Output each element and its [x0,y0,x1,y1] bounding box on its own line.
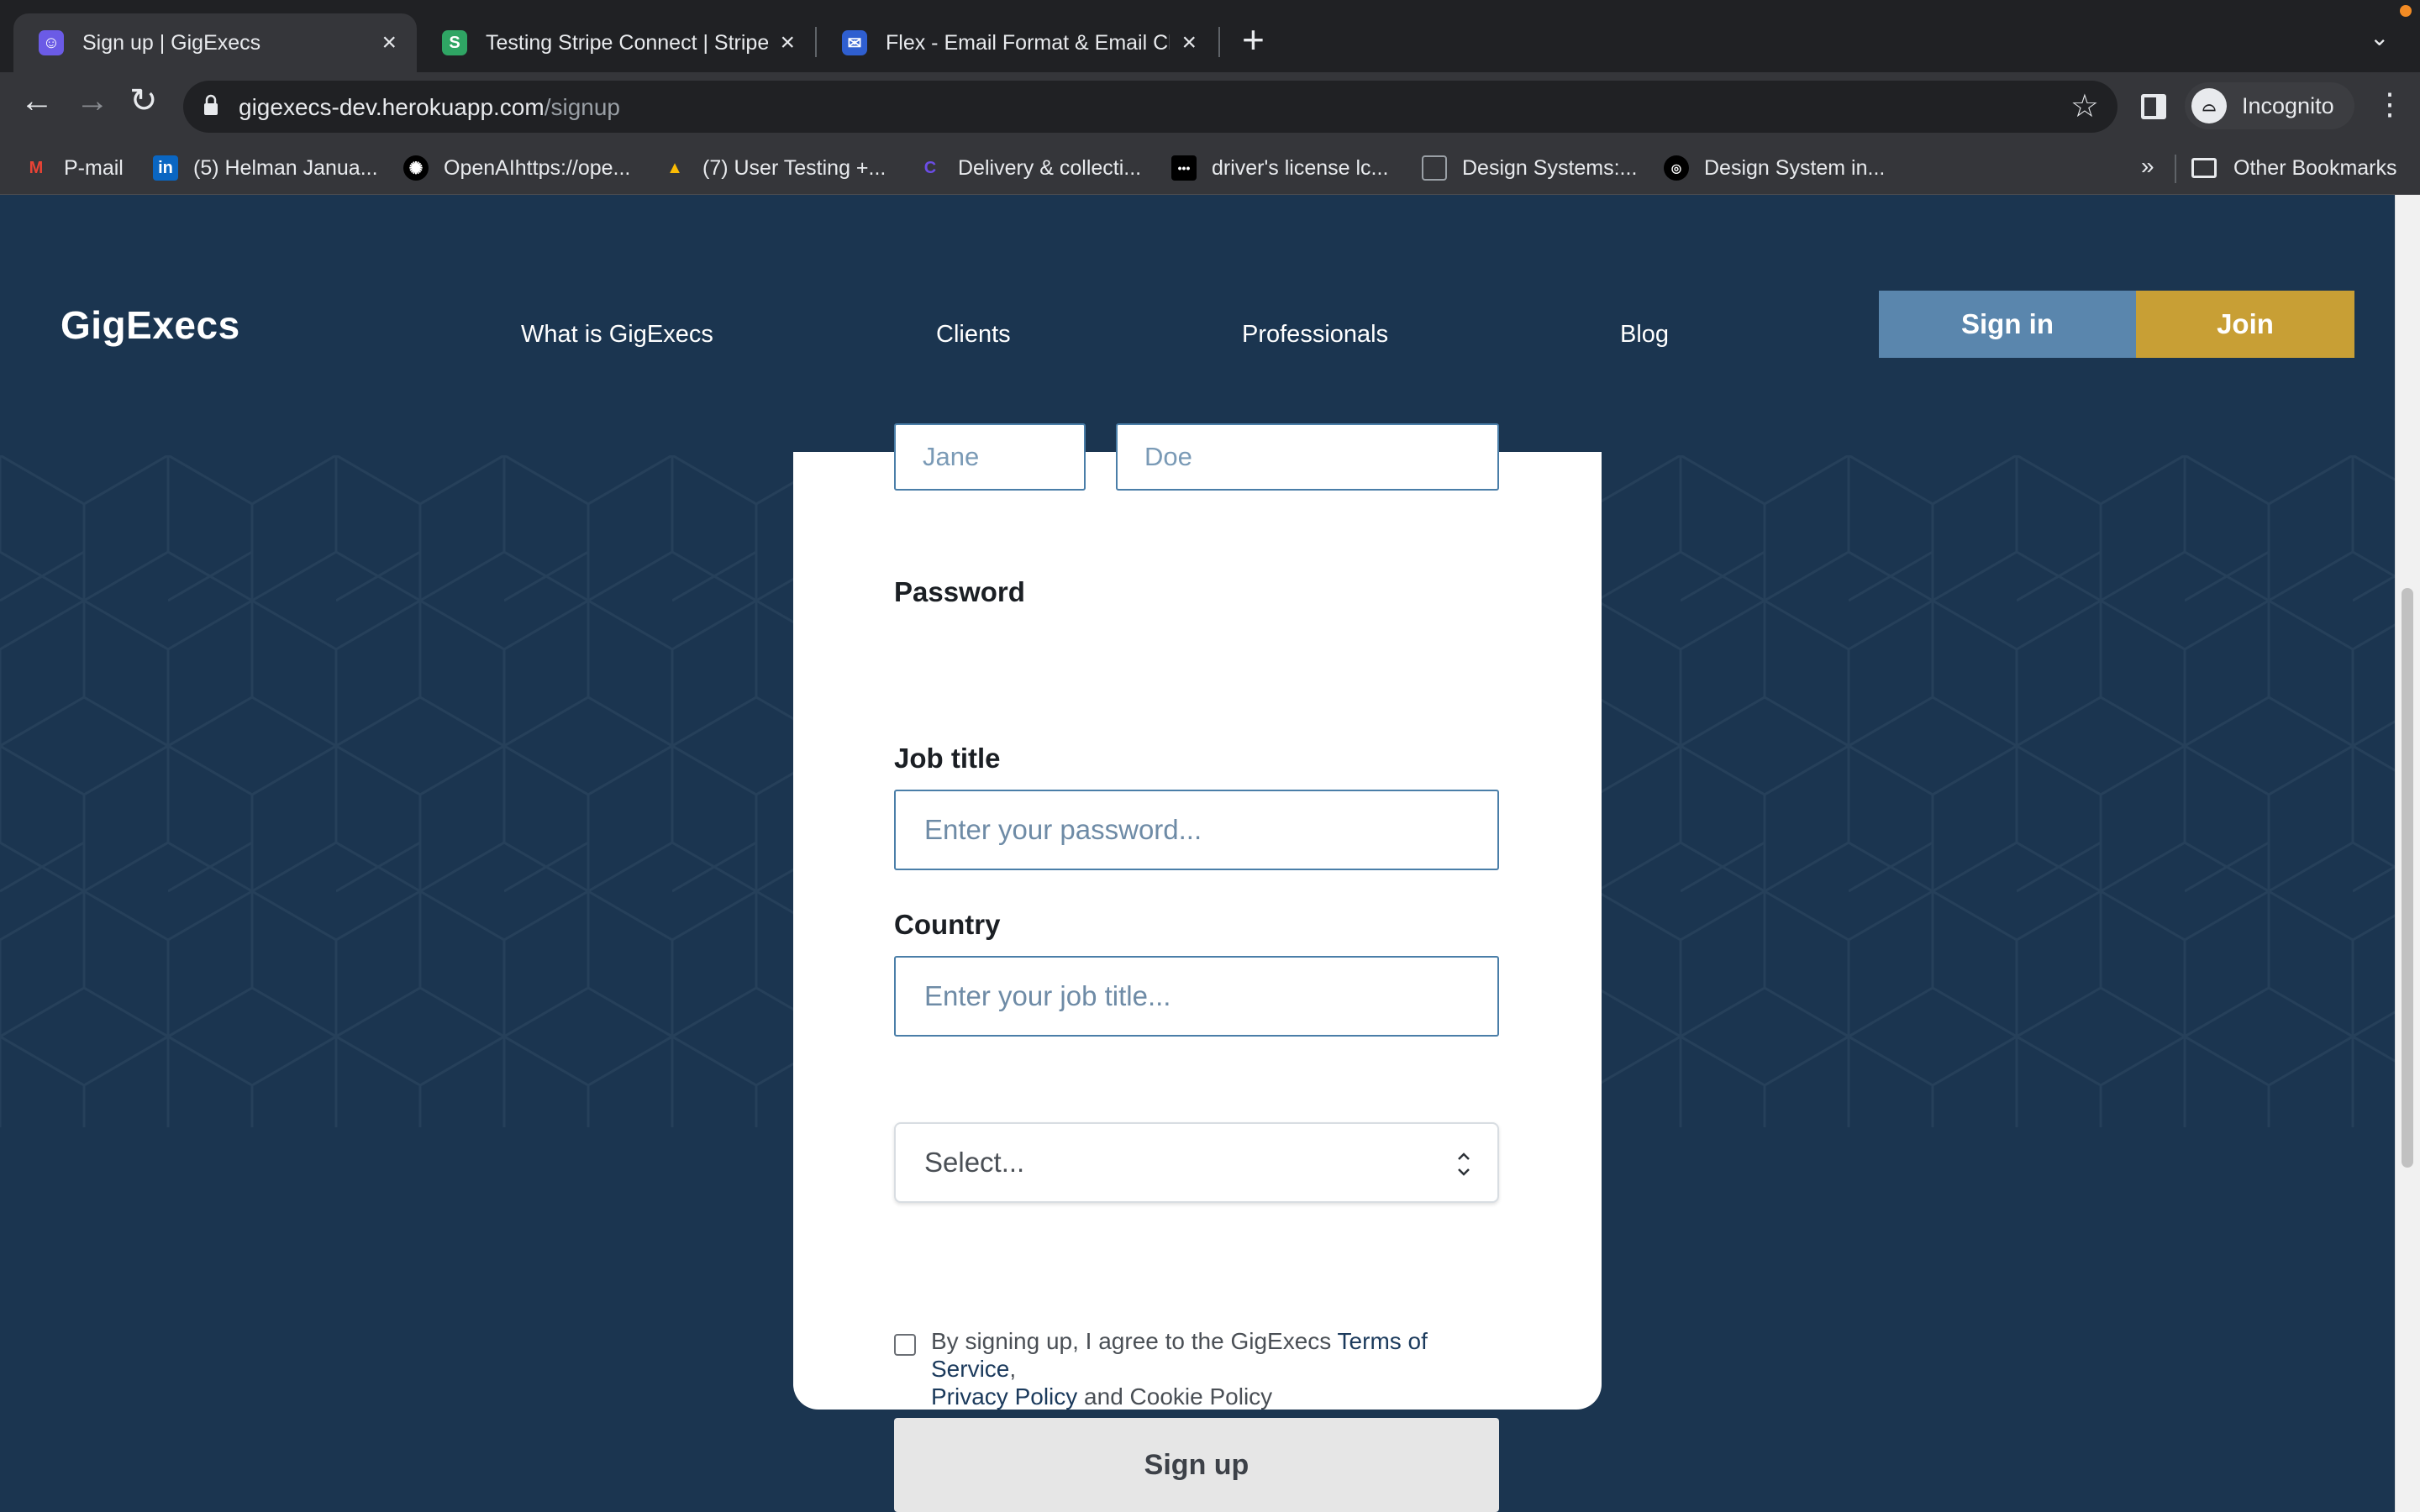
gigexecs-favicon-icon: ☺ [39,30,64,55]
side-panel-icon[interactable] [2141,94,2166,119]
notification-dot-icon [2400,5,2412,17]
sign-in-button[interactable]: Sign in [1879,291,2136,358]
bookmark-item[interactable]: Design Systems:... [1422,153,1637,183]
gmail-icon: M [29,158,44,177]
select-updown-icon [1458,1152,1470,1176]
dots-icon: ••• [1171,155,1197,181]
bookmarks-bar: M P-mail in (5) Helman Janua... ✺ OpenAI… [0,141,2420,195]
scrollbar-thumb[interactable] [2402,588,2413,1168]
lock-icon [204,94,218,115]
forward-arrow-icon[interactable]: → [76,84,109,118]
reload-icon[interactable]: ↻ [129,84,158,118]
other-bookmarks-folder[interactable]: Other Bookmarks [2191,153,2397,183]
join-button[interactable]: Join [2136,291,2354,358]
privacy-policy-link[interactable]: Privacy Policy [931,1383,1077,1410]
c-logo-icon: C [923,158,937,177]
tab-title: Testing Stripe Connect | Stripe [486,30,769,55]
last-name-input[interactable]: Doe [1116,423,1499,491]
more-bookmarks-icon[interactable]: » [2141,153,2154,180]
design-system-icon: ◎ [1664,155,1689,181]
flex-favicon-icon: ✉ [842,30,867,55]
tab-divider [1218,27,1220,57]
address-bar[interactable]: gigexecs-dev.herokuapp.com/signup ☆ [183,81,2118,133]
signup-form-card: Jane Doe Password Enter your password...… [793,423,1602,1512]
bookmark-star-icon[interactable]: ☆ [2070,87,2099,125]
country-select-value: Select... [924,1147,1025,1178]
bookmarks-divider [2175,155,2176,183]
nav-blog[interactable]: Blog [1620,321,1669,349]
bookmark-item[interactable]: C Delivery & collecti... [918,153,1141,183]
browser-tabstrip: ☺ Sign up | GigExecs × S Testing Stripe … [0,0,2420,72]
gigexecs-logo[interactable]: GigExecs [60,302,240,348]
tab-signup[interactable]: ☺ Sign up | GigExecs × [13,13,417,72]
folder-icon [2191,158,2217,178]
stripe-favicon-icon: S [442,30,467,55]
tab-title: Flex - Email Format & Email Ch [886,30,1171,55]
terms-checkbox[interactable] [894,1334,916,1356]
close-tab-icon[interactable]: × [780,30,795,55]
close-tab-icon[interactable]: × [381,30,397,55]
incognito-icon: ⌓ [2191,88,2227,123]
password-label: Password [894,576,1025,607]
sign-up-button[interactable]: Sign up [894,1418,1499,1512]
browser-menu-icon[interactable]: ⋮ [2375,89,2405,119]
nav-professionals[interactable]: Professionals [1242,321,1388,349]
first-name-input[interactable]: Jane [894,423,1086,491]
terms-text: By signing up, I agree to the GigExecs T… [931,1328,1428,1410]
url-text: gigexecs-dev.herokuapp.com/signup [239,94,620,120]
bookmark-item[interactable]: ▲ (7) User Testing +... [662,153,886,183]
tab-flex[interactable]: ✉ Flex - Email Format & Email Ch × [817,13,1217,72]
back-arrow-icon[interactable]: ← [20,84,54,118]
bookmark-item[interactable]: ••• driver's license lc... [1171,153,1388,183]
page-viewport: GigExecs What is GigExecs Clients Profes… [0,195,2395,1512]
password-input[interactable]: Enter your password... [894,790,1499,870]
bookmark-item[interactable]: ◎ Design System in... [1664,153,1885,183]
browser-toolbar: ← → ↻ gigexecs-dev.herokuapp.com/signup … [0,72,2420,141]
job-title-label: Job title [894,743,1001,774]
tab-stripe[interactable]: S Testing Stripe Connect | Stripe × [417,13,815,72]
nav-what-is-gigexecs[interactable]: What is GigExecs [521,321,713,349]
bookmark-item[interactable]: in (5) Helman Janua... [153,153,378,183]
new-tab-icon[interactable]: + [1242,20,1265,59]
google-drive-icon: ▲ [666,158,683,177]
bookmark-item[interactable]: M P-mail [24,153,124,183]
job-title-input[interactable]: Enter your job title... [894,956,1499,1037]
linkedin-icon: in [153,155,178,181]
tab-search-chevron-icon[interactable]: ⌄ [2370,24,2389,51]
bookmark-item[interactable]: ✺ OpenAIhttps://ope... [403,153,630,183]
tab-title: Sign up | GigExecs [82,30,261,55]
nav-clients[interactable]: Clients [936,321,1011,349]
country-label: Country [894,909,1001,940]
country-select[interactable]: Select... [894,1122,1499,1203]
profile-label: Incognito [2242,92,2334,118]
openai-icon: ✺ [403,155,429,181]
blank-page-icon [1422,155,1447,181]
incognito-profile-button[interactable]: ⌓ Incognito [2185,82,2354,129]
close-tab-icon[interactable]: × [1181,30,1197,55]
